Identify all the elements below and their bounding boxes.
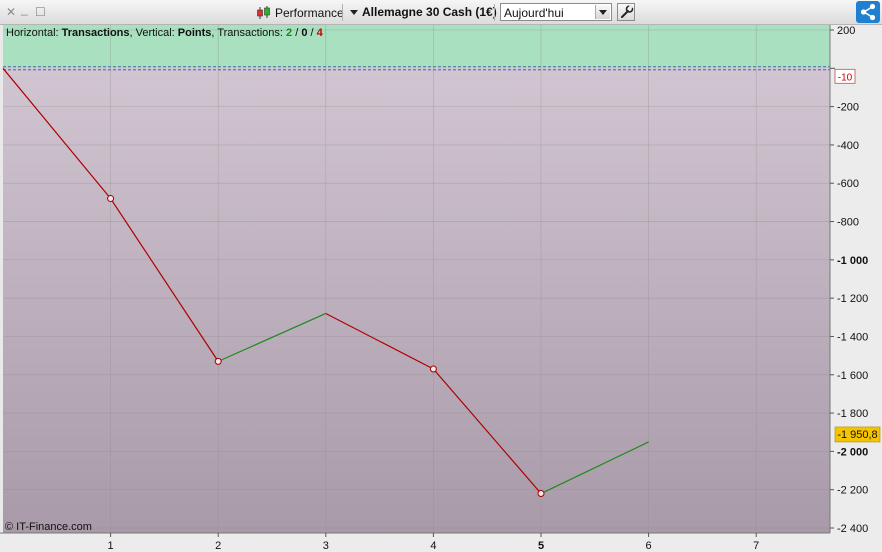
y-tick-label: -800 bbox=[837, 217, 859, 229]
x-tick-label: 4 bbox=[430, 540, 436, 552]
x-tick-label: 6 bbox=[646, 540, 652, 552]
x-axis-background bbox=[0, 533, 830, 552]
losses-count: 4 bbox=[316, 27, 323, 39]
trade-marker bbox=[537, 490, 545, 498]
transactions-prefix: , Transactions: bbox=[211, 27, 287, 39]
y-tick-label: -400 bbox=[837, 140, 859, 152]
wrench-icon bbox=[621, 4, 634, 18]
x-tick-label: 1 bbox=[108, 540, 114, 552]
chart-info-line: Horizontal: Transactions, Vertical: Poin… bbox=[6, 27, 323, 39]
performance-label: Performance bbox=[275, 5, 344, 20]
zero-value-label: -10 bbox=[838, 72, 853, 83]
instrument-label: Allemagne 30 Cash (1€) bbox=[362, 5, 497, 19]
share-icon bbox=[860, 3, 876, 21]
toolbar-divider bbox=[342, 4, 343, 21]
negative-zone bbox=[3, 68, 830, 534]
period-select-value: Aujourd'hui bbox=[504, 6, 564, 20]
y-tick-label: 200 bbox=[837, 25, 855, 37]
credit-text: © IT-Finance.com bbox=[5, 521, 92, 533]
maximize-icon[interactable]: ☐ bbox=[35, 5, 46, 19]
period-select[interactable]: Aujourd'hui bbox=[500, 3, 612, 21]
trade-marker bbox=[429, 365, 437, 373]
horizontal-prefix: Horizontal: bbox=[6, 27, 62, 39]
y-tick-label: -1 000 bbox=[837, 255, 868, 267]
separator: / bbox=[307, 27, 317, 39]
toolbar: ✕ _ ☐ Performance Allemagne 30 Cash (1€)… bbox=[0, 0, 882, 25]
y-tick-label: -1 600 bbox=[837, 370, 868, 382]
y-tick-label: -1 800 bbox=[837, 408, 868, 420]
x-tick-label: 5 bbox=[538, 540, 544, 552]
x-tick-label: 2 bbox=[215, 540, 221, 552]
dropdown-arrow-icon bbox=[350, 9, 358, 15]
y-tick-label: -1 400 bbox=[837, 331, 868, 343]
minimize-icon[interactable]: _ bbox=[21, 2, 28, 16]
x-tick-label: 7 bbox=[753, 540, 759, 552]
y-tick-label: -2 400 bbox=[837, 523, 868, 535]
y-tick-label: -200 bbox=[837, 102, 859, 114]
x-tick-label: 3 bbox=[323, 540, 329, 552]
toolbar-divider bbox=[494, 4, 495, 21]
trade-marker bbox=[214, 357, 222, 365]
close-icon[interactable]: ✕ bbox=[6, 5, 16, 19]
separator: / bbox=[292, 27, 302, 39]
trade-marker bbox=[107, 195, 115, 203]
horizontal-value: Transactions bbox=[61, 27, 130, 39]
performance-chart: 200 -10 -200 -400 -600 -800 -1 000 -1 200 -1 400… bbox=[0, 25, 882, 552]
performance-button[interactable]: Performance bbox=[256, 4, 344, 21]
y-tick-label: -1 200 bbox=[837, 293, 868, 305]
chevron-down-icon[interactable] bbox=[595, 5, 610, 19]
y-tick-label: -2 200 bbox=[837, 485, 868, 497]
instrument-selector[interactable]: Allemagne 30 Cash (1€) bbox=[350, 5, 497, 19]
settings-wrench-button[interactable] bbox=[617, 3, 635, 21]
vertical-prefix: , Vertical: bbox=[129, 27, 178, 39]
y-tick-label: -600 bbox=[837, 178, 859, 190]
share-button[interactable] bbox=[856, 1, 880, 23]
candlestick-icon bbox=[256, 5, 272, 20]
y-tick-label: -2 000 bbox=[837, 446, 868, 458]
current-value-label: -1 950,8 bbox=[837, 429, 877, 441]
vertical-value: Points bbox=[177, 27, 212, 39]
